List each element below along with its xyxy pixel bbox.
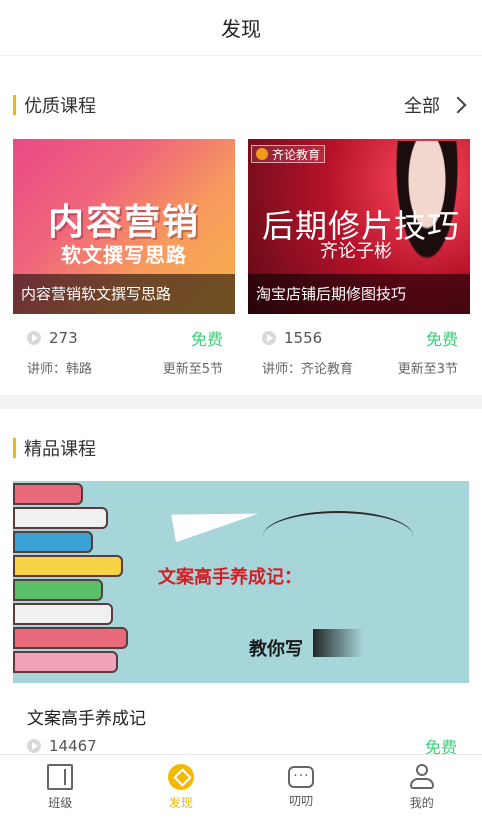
chat-icon — [288, 765, 315, 788]
thumbnail-subtitle: 齐论子彬 — [320, 241, 392, 262]
books-illustration — [13, 481, 133, 683]
course-caption: 内容营销软文撰写思路 — [13, 274, 235, 314]
course-stats: 1556 免费 — [248, 329, 470, 349]
update-status: 更新至3节 — [397, 362, 458, 377]
banner-subline: 教你写 — [249, 639, 303, 660]
section-divider — [0, 395, 482, 409]
tab-label: 班级 — [48, 795, 73, 810]
tab-label: 叨叨 — [289, 793, 314, 808]
top-bar: 发现 — [0, 0, 482, 56]
course-card[interactable]: 齐论教育 后期修片技巧 齐论子彬 淘宝店铺后期修图技巧 1556 免费 讲师：齐… — [248, 139, 470, 377]
page-title: 发现 — [221, 17, 261, 41]
tab-profile[interactable]: 我的 — [362, 755, 482, 819]
course-thumbnail[interactable]: 齐论教育 后期修片技巧 齐论子彬 淘宝店铺后期修图技巧 — [248, 139, 470, 314]
course-info: 讲师：齐论教育 更新至3节 — [248, 358, 470, 377]
chevron-right-icon — [449, 96, 467, 114]
premium-course-stats: 14467 免费 — [13, 736, 469, 757]
teacher-name: 讲师：齐论教育 — [262, 362, 354, 377]
brush-stroke — [313, 629, 363, 657]
thumbnail-title: 内容营销 — [47, 202, 200, 243]
teacher-name: 讲师：韩路 — [27, 362, 93, 377]
brand-name: 齐论教育 — [272, 147, 321, 162]
section-title-quality: 优质课程 — [24, 96, 96, 117]
play-count-icon — [27, 331, 41, 345]
premium-course-banner[interactable]: 文案高手养成记： 教你写 — [13, 481, 469, 683]
profile-icon — [409, 763, 435, 790]
class-icon — [47, 763, 74, 790]
paper-plane-illustration — [171, 499, 261, 543]
tab-class[interactable]: 班级 — [0, 755, 121, 819]
view-all-label: 全部 — [404, 96, 440, 117]
brand-logo: 齐论教育 — [251, 145, 326, 163]
play-count-icon — [262, 331, 276, 345]
course-thumbnail[interactable]: 内容营销 软文撰写思路 内容营销软文撰写思路 — [13, 139, 235, 314]
course-caption: 淘宝店铺后期修图技巧 — [248, 274, 470, 314]
tab-chat[interactable]: 叨叨 — [241, 755, 362, 819]
bottom-tab-bar: 班级 发现 叨叨 我的 — [0, 754, 482, 819]
tab-label: 我的 — [409, 795, 434, 810]
play-count-icon — [27, 739, 41, 753]
section-title-premium: 精品课程 — [24, 439, 96, 460]
course-stats: 273 免费 — [13, 329, 235, 349]
premium-courses-header: 精品课程 — [0, 428, 482, 468]
thumbnail-subtitle: 软文撰写思路 — [61, 243, 187, 267]
price-badge: 免费 — [190, 330, 223, 349]
tab-label: 发现 — [168, 795, 193, 810]
flight-path-line — [263, 511, 413, 561]
banner-headline: 文案高手养成记： — [158, 567, 302, 588]
course-info: 讲师：韩路 更新至5节 — [13, 358, 235, 377]
quality-courses-header: 优质课程 全部 — [0, 85, 482, 125]
play-count: 14467 — [49, 737, 97, 755]
premium-course-title[interactable]: 文案高手养成记 — [27, 704, 146, 729]
brand-mark-icon — [256, 148, 268, 160]
discover-icon — [167, 763, 194, 790]
play-count: 273 — [49, 329, 78, 347]
course-card[interactable]: 内容营销 软文撰写思路 内容营销软文撰写思路 273 免费 讲师：韩路 更新至5… — [13, 139, 235, 377]
play-count: 1556 — [284, 329, 323, 347]
section-accent-bar — [13, 438, 16, 458]
section-accent-bar — [13, 95, 16, 115]
view-all-button[interactable]: 全部 — [404, 92, 467, 118]
update-status: 更新至5节 — [162, 362, 223, 377]
price-badge: 免费 — [425, 330, 458, 349]
tab-discover[interactable]: 发现 — [121, 755, 242, 819]
